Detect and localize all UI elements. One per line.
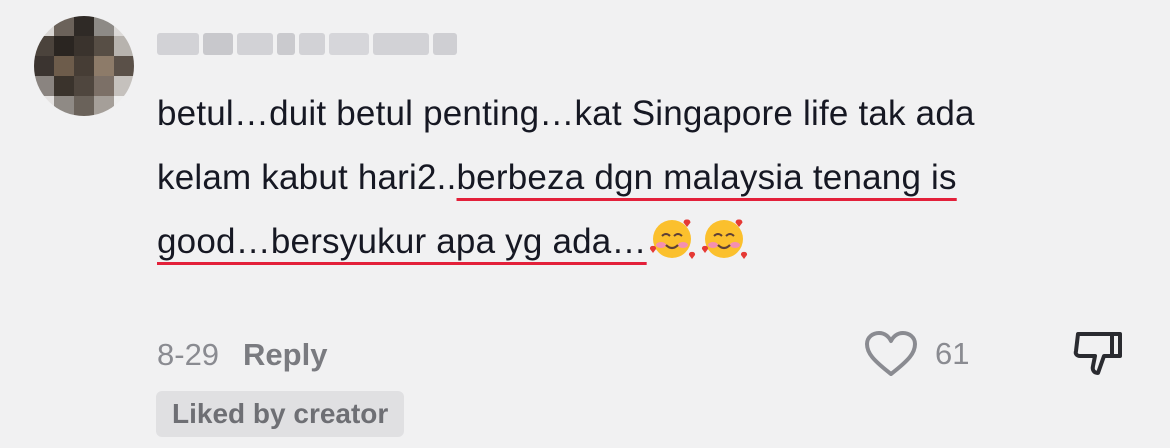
dislike-button[interactable] — [1072, 329, 1126, 384]
smiling-face-with-hearts-icon — [649, 219, 695, 259]
smiling-face-with-hearts-icon — [701, 219, 747, 259]
comment-text: betul…duit betul penting…kat Singapore l… — [157, 82, 1057, 274]
avatar[interactable] — [34, 16, 134, 116]
heart-icon[interactable] — [863, 329, 919, 379]
liked-by-creator-badge: Liked by creator — [156, 391, 405, 437]
username-blurred[interactable] — [157, 30, 457, 58]
thumbs-down-icon[interactable] — [1072, 329, 1126, 379]
reply-button[interactable]: Reply — [243, 337, 327, 373]
like-button[interactable]: 61 — [863, 329, 969, 379]
comment-meta: 8-29 Reply — [157, 332, 327, 378]
comment-date: 8-29 — [157, 337, 220, 372]
like-count: 61 — [935, 336, 970, 371]
